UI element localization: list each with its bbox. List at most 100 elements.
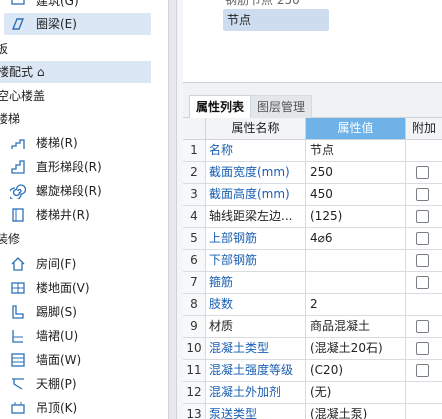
- attach-checkbox[interactable]: [416, 166, 429, 179]
- tree-item-label: 楼配式 ⌂: [0, 65, 45, 79]
- property-value[interactable]: (C20): [306, 360, 406, 381]
- panel-splitter[interactable]: [168, 0, 177, 419]
- attach-checkbox[interactable]: [416, 188, 429, 201]
- tree-group-louti[interactable]: 楼梯: [0, 108, 168, 130]
- floor-icon: [10, 280, 26, 296]
- row-number: 13: [183, 404, 206, 419]
- property-name: 材质: [206, 316, 306, 337]
- selected-component-item[interactable]: 节点: [223, 9, 329, 31]
- header-extra[interactable]: 附加: [406, 118, 442, 139]
- tree-item-diaoding[interactable]: 吊顶(K): [0, 397, 168, 419]
- property-value[interactable]: (125): [306, 206, 406, 227]
- selected-component-label: 节点: [227, 13, 252, 27]
- property-value[interactable]: 节点: [306, 140, 406, 161]
- tree-item-loutijing[interactable]: 楼梯井(R): [0, 204, 168, 226]
- property-row[interactable]: 9 材质 商品混凝土: [183, 316, 442, 338]
- property-value[interactable]: (无): [306, 382, 406, 403]
- ring-beam-icon: [10, 16, 26, 32]
- skirting-icon: [10, 304, 26, 320]
- tree-item-jianzhu[interactable]: 建筑(G): [0, 0, 168, 12]
- row-number: 6: [183, 250, 206, 271]
- property-name: 轴线距梁左边...: [206, 206, 306, 227]
- row-number: 5: [183, 228, 206, 249]
- attach-checkbox[interactable]: [416, 232, 429, 245]
- tree-item-qiangqun[interactable]: 墙裙(U): [0, 325, 168, 347]
- property-name: 混凝土外加剂: [206, 382, 306, 403]
- ceiling-icon: [10, 376, 26, 392]
- tree-item-luoxuan[interactable]: 螺旋梯段(R): [0, 180, 168, 202]
- property-row[interactable]: 11 混凝土强度等级 (C20): [183, 360, 442, 382]
- tree-item-label: 楼地面(V): [36, 281, 90, 295]
- property-row[interactable]: 4 轴线距梁左边... (125): [183, 206, 442, 228]
- tree-item-label: 吊顶(K): [36, 401, 78, 415]
- tree-item-fangjian[interactable]: 房间(F): [0, 253, 168, 275]
- attach-checkbox[interactable]: [416, 210, 429, 223]
- tree-item-kongxin[interactable]: 空心楼盖: [0, 85, 168, 107]
- tree-item-loudimian[interactable]: 楼地面(V): [0, 277, 168, 299]
- stairwell-icon: [10, 207, 26, 223]
- property-name: 下部钢筋: [206, 250, 306, 271]
- tree-group-zhuangxiu[interactable]: 装修: [0, 228, 168, 250]
- property-row[interactable]: 13 泵送类型 (混凝土泵): [183, 404, 442, 419]
- tab-property-list[interactable]: 属性列表: [189, 95, 252, 119]
- tree-item-label: 楼梯井(R): [36, 208, 90, 222]
- properties-panel: 钢筋节点 250 节点 属性列表 图层管理 属性名称 属性值 附加 1 名称 节点 2…: [183, 0, 442, 419]
- property-row[interactable]: 7 箍筋: [183, 272, 442, 294]
- property-name: 混凝土类型: [206, 338, 306, 359]
- tree-item-loupeishi[interactable]: 楼配式 ⌂: [0, 61, 151, 83]
- tree-item-tijiao[interactable]: 踢脚(S): [0, 301, 168, 323]
- property-row[interactable]: 3 截面高度(mm) 450: [183, 184, 442, 206]
- attach-checkbox[interactable]: [416, 254, 429, 267]
- property-value[interactable]: [306, 250, 406, 271]
- tree-item-tianpeng[interactable]: 天棚(P): [0, 373, 168, 395]
- stair-icon: [10, 135, 26, 151]
- grid-header: 属性名称 属性值 附加: [183, 118, 442, 140]
- property-row[interactable]: 12 混凝土外加剂 (无): [183, 382, 442, 404]
- tab-strip: 属性列表 图层管理: [183, 93, 442, 119]
- tree-item-label: 建筑(G): [36, 0, 79, 8]
- property-value[interactable]: 450: [306, 184, 406, 205]
- property-value[interactable]: 250: [306, 162, 406, 183]
- property-grid: 属性名称 属性值 附加 1 名称 节点 2 截面宽度(mm) 250 3 截面高度(mm) 45…: [183, 118, 442, 419]
- attach-checkbox[interactable]: [416, 342, 429, 355]
- component-list: 钢筋节点 250 节点: [183, 0, 442, 83]
- tree-group-ban[interactable]: 板: [0, 38, 168, 60]
- tree-item-quanliang[interactable]: 圈梁(E): [4, 13, 151, 35]
- room-icon: [10, 256, 26, 272]
- header-property-name[interactable]: 属性名称: [206, 118, 306, 139]
- property-row[interactable]: 8 肢数 2: [183, 294, 442, 316]
- row-number: 11: [183, 360, 206, 381]
- row-number: 7: [183, 272, 206, 293]
- property-value[interactable]: (混凝土20石): [306, 338, 406, 359]
- property-row[interactable]: 10 混凝土类型 (混凝土20石): [183, 338, 442, 360]
- tree-item-zhixing[interactable]: 直形梯段(R): [0, 156, 168, 178]
- property-value[interactable]: 2: [306, 294, 406, 315]
- attach-checkbox[interactable]: [416, 276, 429, 289]
- wall-surface-icon: [10, 352, 26, 368]
- attach-checkbox[interactable]: [416, 320, 429, 333]
- tree-item-qiangmian[interactable]: 墙面(W): [0, 349, 168, 371]
- property-value[interactable]: (混凝土泵): [306, 404, 406, 419]
- property-row[interactable]: 2 截面宽度(mm) 250: [183, 162, 442, 184]
- property-value[interactable]: [306, 272, 406, 293]
- truncated-list-item[interactable]: 钢筋节点 250: [225, 0, 300, 8]
- row-number: 1: [183, 140, 206, 161]
- tree-item-label: 天棚(P): [36, 377, 77, 391]
- property-row[interactable]: 1 名称 节点: [183, 140, 442, 162]
- property-value[interactable]: 商品混凝土: [306, 316, 406, 337]
- tree-item-louti[interactable]: 楼梯(R): [0, 132, 168, 154]
- tree-item-label: 墙裙(U): [36, 329, 79, 343]
- header-property-value[interactable]: 属性值: [306, 118, 406, 139]
- tree-item-label: 空心楼盖: [0, 89, 46, 103]
- row-number: 8: [183, 294, 206, 315]
- suspended-ceiling-icon: [10, 400, 26, 416]
- property-value[interactable]: 4⌀6: [306, 228, 406, 249]
- component-tree-panel: 建筑(G) 圈梁(E) 板 楼配式 ⌂ 空心楼盖 楼梯 楼梯(R) 直形梯段(R…: [0, 0, 168, 419]
- property-row[interactable]: 5 上部钢筋 4⌀6: [183, 228, 442, 250]
- attach-checkbox[interactable]: [416, 364, 429, 377]
- dado-icon: [10, 328, 26, 344]
- tab-layer-management[interactable]: 图层管理: [250, 95, 313, 119]
- property-row[interactable]: 6 下部钢筋: [183, 250, 442, 272]
- straight-stair-icon: [10, 159, 26, 175]
- row-number: 2: [183, 162, 206, 183]
